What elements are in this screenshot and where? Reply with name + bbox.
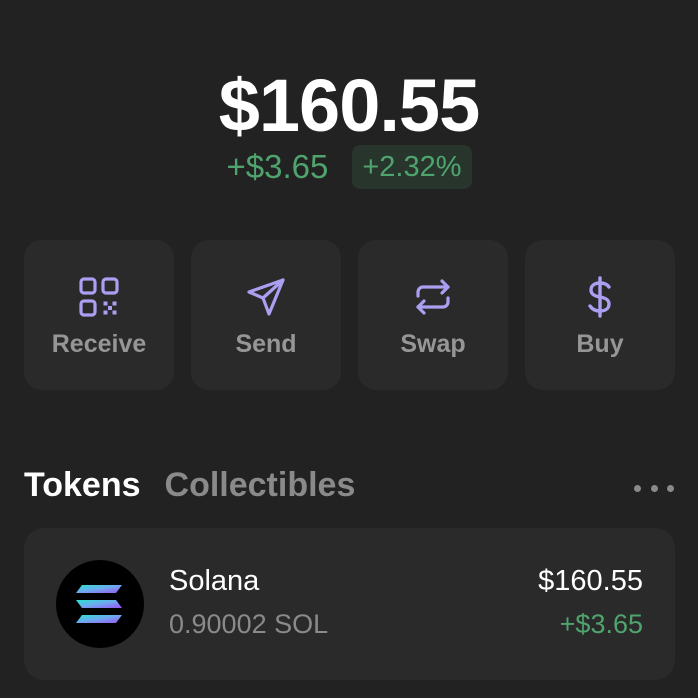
dot: [650, 484, 658, 492]
change-percent-badge: +2.32%: [352, 145, 472, 189]
swap-label: Swap: [400, 330, 466, 358]
dot: [634, 484, 641, 492]
token-change: +$3.65: [559, 609, 643, 639]
swap-arrows-icon: [412, 276, 454, 318]
tab-tokens[interactable]: Tokens: [24, 466, 141, 505]
receive-label: Receive: [51, 330, 147, 358]
balance-change: +$3.65 +2.32%: [0, 145, 698, 189]
wallet-home: $160.55 +$3.65 +2.32% Receive Send Swap …: [0, 0, 698, 698]
action-buttons: Receive Send Swap Buy: [24, 240, 675, 390]
send-button[interactable]: Send: [191, 240, 341, 390]
tab-collectibles[interactable]: Collectibles: [165, 466, 356, 505]
token-amount: 0.90002 SOL: [169, 609, 329, 639]
send-label: Send: [235, 330, 297, 358]
dot: [667, 484, 674, 492]
more-options-icon[interactable]: [634, 478, 674, 498]
asset-tabs: Tokens Collectibles: [24, 466, 355, 505]
total-balance: $160.55: [218, 64, 481, 147]
buy-label: Buy: [576, 330, 624, 358]
dollar-icon: [579, 276, 621, 318]
solana-logo-icon: [56, 560, 144, 648]
qr-code-icon: [78, 276, 120, 318]
send-arrow-icon: [245, 276, 287, 318]
buy-button[interactable]: Buy: [525, 240, 675, 390]
token-name: Solana: [169, 565, 260, 597]
receive-button[interactable]: Receive: [24, 240, 174, 390]
swap-button[interactable]: Swap: [358, 240, 508, 390]
token-row-solana[interactable]: Solana 0.90002 SOL $160.55 +$3.65: [24, 528, 675, 680]
token-value: $160.55: [538, 565, 643, 597]
change-amount: +$3.65: [226, 148, 329, 185]
